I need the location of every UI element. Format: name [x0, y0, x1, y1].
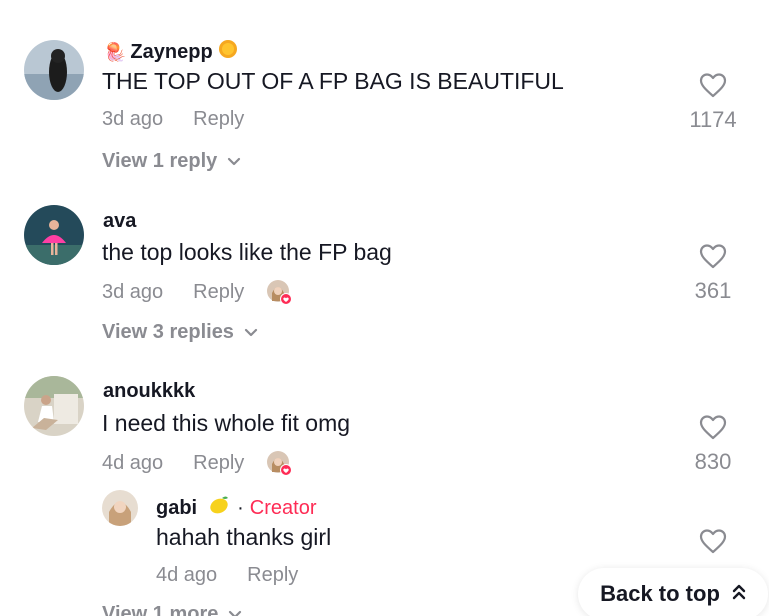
- comment-time: 3d ago: [102, 108, 164, 130]
- chevron-down-icon: [227, 150, 241, 173]
- separator-dot: ·: [237, 496, 244, 519]
- back-to-top-button[interactable]: Back to top: [578, 568, 768, 616]
- creator-tag: Creator: [249, 496, 317, 519]
- heart-outline-icon: [699, 414, 727, 445]
- username-text: Zaynepp: [130, 40, 213, 63]
- reply-meta: 4d ago Reply: [156, 564, 298, 587]
- comments-panel: 🪼 Zaynepp THE TOP OUT OF A FP BAG IS BEA…: [0, 0, 769, 616]
- like-count: 361: [694, 278, 732, 303]
- view-more-replies-button[interactable]: View 1 more: [102, 603, 242, 616]
- like-count: 1174: [689, 107, 737, 132]
- reply-username[interactable]: gabi · Creator: [156, 494, 317, 522]
- jellyfish-emoji-icon: 🪼: [104, 41, 127, 62]
- comment-username[interactable]: anoukkkk: [103, 380, 195, 403]
- double-chevron-up-icon: [732, 581, 746, 607]
- comment-text: the top looks like the FP bag: [102, 239, 392, 265]
- view-more-label: View 1 more: [102, 603, 219, 616]
- username-text: ava: [103, 210, 137, 232]
- view-replies-button[interactable]: View 1 reply: [102, 150, 241, 173]
- lemon-emoji-icon: [207, 494, 231, 522]
- like-button[interactable]: 1174: [683, 72, 743, 133]
- heart-outline-icon: [699, 528, 727, 559]
- like-button[interactable]: 361: [683, 243, 743, 304]
- comment-text: I need this whole fit omg: [102, 410, 351, 436]
- avatar[interactable]: [102, 490, 138, 526]
- username-text: anoukkkk: [103, 380, 196, 402]
- comment-username[interactable]: 🪼 Zaynepp: [104, 38, 239, 66]
- reply-button[interactable]: Reply: [193, 281, 244, 304]
- avatar[interactable]: [24, 205, 84, 265]
- view-replies-button[interactable]: View 3 replies: [102, 321, 258, 344]
- chevron-down-icon: [228, 603, 242, 616]
- username-text: gabi: [156, 496, 198, 519]
- comment-meta: 3d ago Reply: [102, 108, 244, 131]
- creator-liked-badge: [266, 450, 293, 476]
- chevron-down-icon: [244, 321, 258, 344]
- heart-outline-icon: [699, 72, 727, 103]
- comment-meta: 3d ago Reply: [102, 279, 293, 305]
- reply-text: hahah thanks girl: [156, 524, 332, 550]
- avatar[interactable]: [24, 376, 84, 436]
- avatar[interactable]: [24, 40, 84, 100]
- reply-button[interactable]: Reply: [247, 564, 298, 587]
- view-replies-label: View 1 reply: [102, 150, 218, 172]
- comment-time: 4d ago: [102, 451, 164, 474]
- sun-emoji-icon: [217, 38, 239, 66]
- comment-time: 3d ago: [102, 280, 164, 303]
- reply-button[interactable]: Reply: [193, 108, 244, 131]
- like-button[interactable]: 830: [683, 414, 743, 475]
- comment-username[interactable]: ava: [103, 210, 136, 233]
- reply-button[interactable]: Reply: [193, 452, 244, 475]
- creator-liked-badge: [266, 279, 293, 305]
- reply-time: 4d ago: [156, 564, 218, 586]
- back-to-top-label: Back to top: [600, 581, 720, 606]
- comment-meta: 4d ago Reply: [102, 450, 293, 476]
- heart-outline-icon: [699, 243, 727, 274]
- view-replies-label: View 3 replies: [102, 321, 234, 343]
- like-button[interactable]: [683, 528, 743, 559]
- comment-text: THE TOP OUT OF A FP BAG IS BEAUTIFUL: [102, 68, 564, 94]
- like-count: 830: [694, 449, 732, 474]
